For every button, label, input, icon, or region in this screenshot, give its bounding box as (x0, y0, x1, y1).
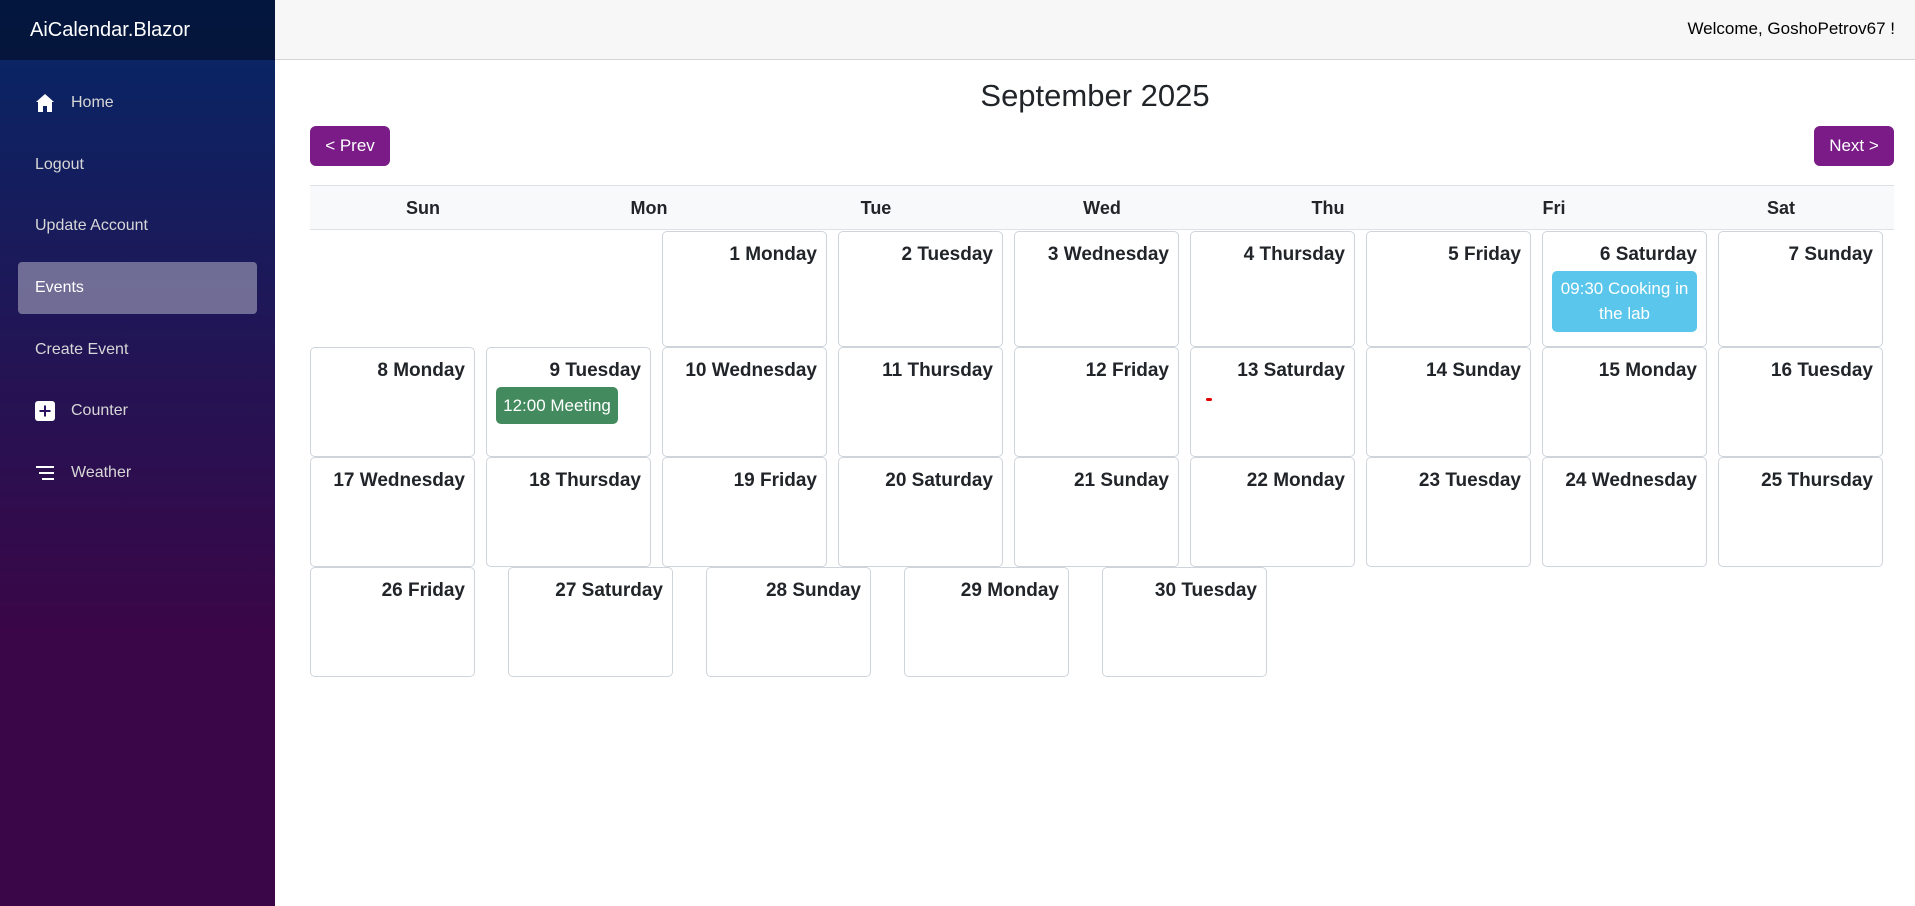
day-cell[interactable]: 4 Thursday (1190, 231, 1355, 347)
nav-item-weather[interactable]: Weather (18, 447, 257, 499)
day-cell[interactable]: 21 Sunday (1014, 457, 1179, 567)
day-label: 21 Sunday (1073, 470, 1169, 491)
nav-item-events[interactable]: Events (18, 262, 257, 314)
day-label: 20 Saturday (885, 470, 993, 491)
day-label: 27 Saturday (555, 580, 663, 601)
day-label: 17 Wednesday (333, 470, 465, 491)
nav-item-logout[interactable]: Logout (18, 139, 257, 191)
day-cell[interactable]: 5 Friday (1366, 231, 1531, 347)
nav-item-counter[interactable]: Counter (18, 385, 257, 437)
day-label: 28 Sunday (765, 580, 861, 601)
marker-dot (1206, 398, 1212, 401)
day-cell[interactable]: 28 Sunday (706, 567, 871, 677)
day-label: 7 Sunday (1788, 244, 1873, 265)
day-cell[interactable]: 2 Tuesday (838, 231, 1003, 347)
day-cell[interactable]: 15 Monday (1542, 347, 1707, 457)
day-cell[interactable]: 27 Saturday (508, 567, 673, 677)
prev-month-button[interactable]: < Prev (310, 126, 390, 166)
list-icon (35, 463, 55, 483)
welcome-text: Welcome, GoshoPetrov67 ! (1687, 19, 1895, 38)
nav-item-home[interactable]: Home (18, 77, 257, 129)
day-cell[interactable]: 7 Sunday (1718, 231, 1883, 347)
weekday-tue: Tue (860, 198, 892, 218)
day-label: 30 Tuesday (1154, 580, 1257, 601)
day-cell[interactable]: 25 Thursday (1718, 457, 1883, 567)
home-icon (35, 93, 55, 113)
nav-item-create-event[interactable]: Create Event (18, 324, 257, 376)
day-label: 24 Wednesday (1565, 470, 1697, 491)
day-cell[interactable]: 8 Monday (310, 347, 475, 457)
day-cell[interactable]: 22 Monday (1190, 457, 1355, 567)
day-cell[interactable]: 29 Monday (904, 567, 1069, 677)
day-label: 2 Tuesday (901, 244, 993, 265)
day-label: 6 Saturday (1599, 244, 1697, 265)
nav-item-label: Home (71, 94, 114, 111)
top-bar: Welcome, GoshoPetrov67 ! (275, 0, 1915, 60)
day-cell[interactable]: 20 Saturday (838, 457, 1003, 567)
day-label: 5 Friday (1448, 244, 1521, 265)
weekday-mon: Mon (630, 198, 668, 218)
event-meeting[interactable]: 12:00 Meeting (496, 387, 618, 424)
day-label: 12 Friday (1085, 360, 1169, 381)
weekday-fri: Fri (1542, 198, 1566, 218)
day-label: 19 Friday (733, 470, 817, 491)
day-cell[interactable]: 11 Thursday (838, 347, 1003, 457)
nav-item-label: Logout (35, 156, 84, 173)
day-label: 23 Tuesday (1418, 470, 1521, 491)
day-cell[interactable]: 12 Friday (1014, 347, 1179, 457)
day-cell[interactable]: 6 Saturday 09:30 Cooking in the lab (1542, 231, 1707, 347)
day-cell[interactable]: 30 Tuesday (1102, 567, 1267, 677)
day-cell[interactable]: 23 Tuesday (1366, 457, 1531, 567)
day-label: 4 Thursday (1243, 244, 1345, 265)
day-cell[interactable]: 9 Tuesday 12:00 Meeting (486, 347, 651, 457)
sidebar: AiCalendar.Blazor Home Logout Update Acc… (0, 0, 275, 906)
next-month-button[interactable]: Next > (1814, 126, 1894, 166)
brand-title[interactable]: AiCalendar.Blazor (0, 0, 275, 60)
day-label: 14 Sunday (1425, 360, 1521, 381)
weekday-header: Sun Mon Tue Wed Thu Fri Sat (310, 185, 1894, 230)
nav-item-label: Weather (71, 464, 132, 481)
weekday-sat: Sat (1766, 198, 1795, 218)
day-cell[interactable]: 24 Wednesday (1542, 457, 1707, 567)
nav-item-label: Create Event (35, 341, 129, 358)
day-cell[interactable]: 3 Wednesday (1014, 231, 1179, 347)
day-label: 25 Thursday (1761, 470, 1873, 491)
nav-item-update-account[interactable]: Update Account (18, 200, 257, 252)
plus-square-icon (35, 401, 55, 421)
day-cell[interactable]: 19 Friday (662, 457, 827, 567)
day-cell[interactable]: 1 Monday (662, 231, 827, 347)
day-cell[interactable]: 18 Thursday (486, 457, 651, 567)
day-label: 22 Monday (1246, 470, 1345, 491)
day-cell[interactable]: 17 Wednesday (310, 457, 475, 567)
day-cell[interactable]: 13 Saturday (1190, 347, 1355, 457)
day-cell[interactable]: 14 Sunday (1366, 347, 1531, 457)
day-label: 10 Wednesday (685, 360, 817, 381)
day-cell[interactable]: 10 Wednesday (662, 347, 827, 457)
nav-item-label: Update Account (35, 217, 148, 234)
day-label: 8 Monday (377, 360, 465, 381)
weekday-sun: Sun (406, 198, 440, 218)
day-label: 1 Monday (729, 244, 817, 265)
event-cooking[interactable]: 09:30 Cooking in the lab (1552, 271, 1697, 332)
day-label: 16 Tuesday (1770, 360, 1873, 381)
day-cell[interactable]: 26 Friday (310, 567, 475, 677)
day-label: 3 Wednesday (1047, 244, 1169, 265)
nav-item-label: Events (35, 279, 84, 296)
day-label: 9 Tuesday (549, 360, 641, 381)
day-label: 29 Monday (960, 580, 1059, 601)
day-label: 26 Friday (381, 580, 465, 601)
day-label: 18 Thursday (529, 470, 641, 491)
weekday-thu: Thu (1311, 198, 1345, 218)
day-cell[interactable]: 16 Tuesday (1718, 347, 1883, 457)
weekday-wed: Wed (1083, 198, 1121, 218)
day-label: 11 Thursday (882, 360, 993, 381)
month-title: September 2025 (980, 78, 1210, 113)
day-label: 13 Saturday (1237, 360, 1345, 381)
day-label: 15 Monday (1598, 360, 1697, 381)
nav-item-label: Counter (71, 402, 128, 419)
